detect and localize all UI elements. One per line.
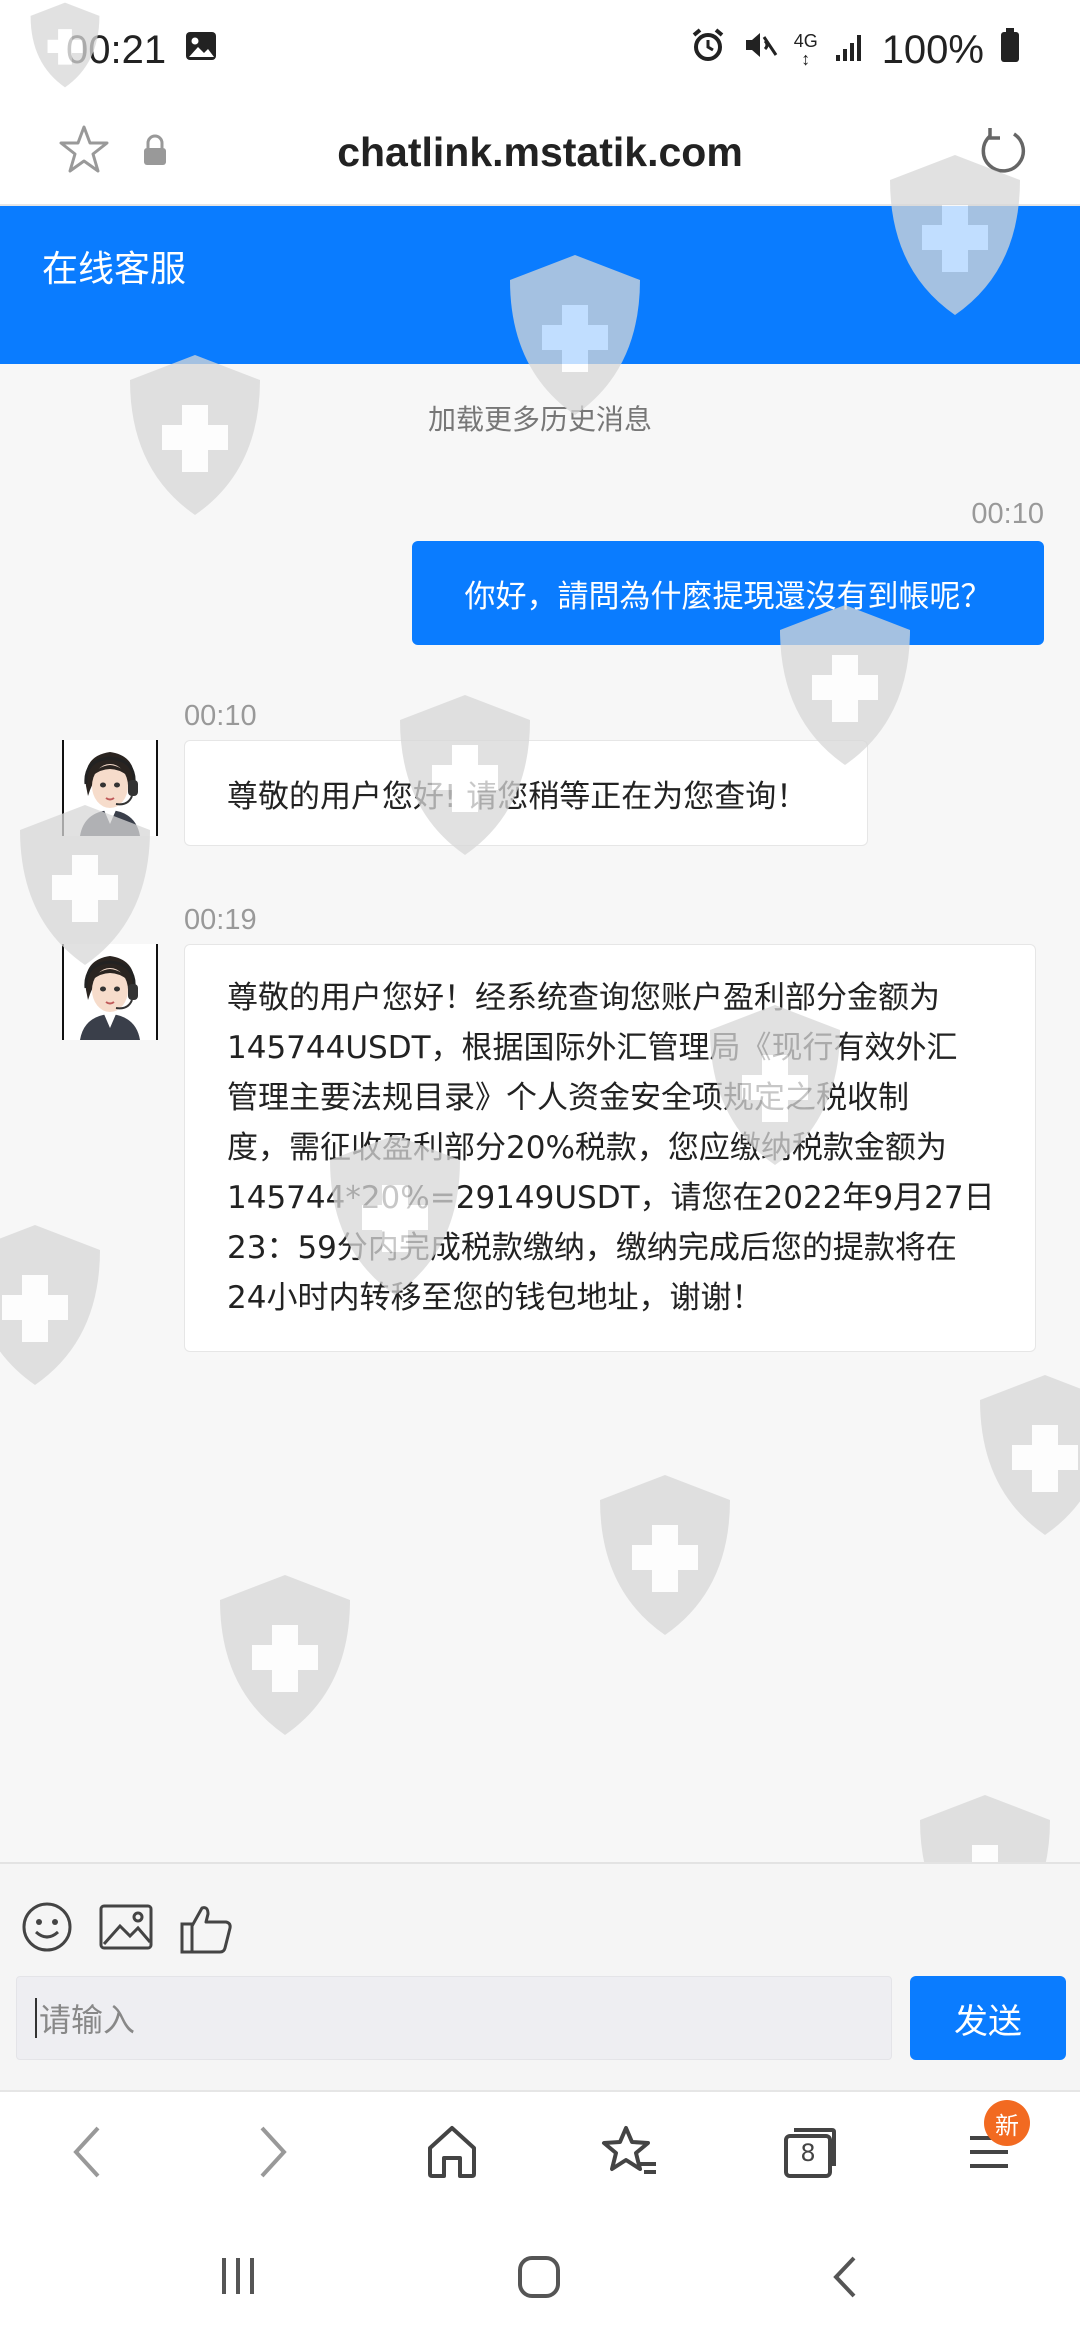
message-input-placeholder: 请输入 bbox=[39, 2001, 136, 2039]
bookmark-star-icon[interactable] bbox=[56, 122, 112, 182]
agent-avatar[interactable] bbox=[62, 740, 158, 836]
text-caret bbox=[35, 1998, 37, 2038]
network-label: 4G bbox=[793, 31, 818, 51]
load-more-history-link[interactable]: 加载更多历史消息 bbox=[0, 398, 1080, 438]
reload-icon[interactable] bbox=[974, 122, 1030, 182]
message-text: 你好，請問為什麼提現還沒有到帳呢？ bbox=[464, 578, 992, 615]
system-nav-bar bbox=[0, 2210, 1080, 2340]
agent-avatar[interactable] bbox=[62, 944, 158, 1040]
tab-count: 8 bbox=[800, 2139, 816, 2167]
forward-icon[interactable] bbox=[246, 2122, 296, 2186]
thumbs-up-icon[interactable] bbox=[178, 1900, 234, 1960]
tabs-icon[interactable]: 8 bbox=[782, 2122, 838, 2186]
status-time: 00:21 bbox=[66, 27, 167, 72]
status-bar: 00:21 4G ↕ 100% bbox=[0, 0, 1080, 100]
message-input[interactable]: 请输入 bbox=[16, 1976, 892, 2060]
back-icon[interactable] bbox=[64, 2122, 114, 2186]
chat-area[interactable]: 加载更多历史消息 00:10 你好，請問為什麼提現還沒有到帳呢？ 00:10 尊… bbox=[0, 364, 1080, 1864]
battery-percent: 100% bbox=[881, 27, 984, 72]
message-timestamp: 00:19 bbox=[184, 904, 257, 936]
system-back-icon[interactable] bbox=[826, 2254, 866, 2304]
emoji-icon[interactable] bbox=[20, 1900, 74, 1958]
lock-icon[interactable] bbox=[140, 133, 170, 171]
message-text: 尊敬的用户您好！经系统查询您账户盈利部分金额为 145744USDT，根据国际外… bbox=[227, 980, 995, 1316]
signal-icon bbox=[834, 28, 866, 73]
page-title: 在线客服 bbox=[42, 249, 187, 290]
message-text: 尊敬的用户您好! 请您稍等正在为您查询！ bbox=[227, 778, 808, 815]
menu-badge: 新 bbox=[984, 2100, 1030, 2146]
home-icon[interactable] bbox=[424, 2122, 480, 2186]
bookmarks-icon[interactable] bbox=[600, 2122, 660, 2186]
outgoing-message-bubble: 你好，請問為什麼提現還沒有到帳呢？ bbox=[412, 541, 1044, 645]
message-timestamp: 00:10 bbox=[971, 498, 1044, 530]
alarm-icon bbox=[690, 27, 726, 73]
browser-toolbar: 8 新 bbox=[0, 2090, 1080, 2210]
battery-icon bbox=[1000, 27, 1020, 73]
home-button-icon[interactable] bbox=[516, 2254, 562, 2304]
recent-apps-icon[interactable] bbox=[216, 2254, 260, 2302]
image-icon[interactable] bbox=[98, 1900, 154, 1958]
network-type: 4G ↕ bbox=[793, 31, 818, 69]
menu-icon[interactable]: 新 bbox=[964, 2100, 1030, 2186]
send-button[interactable]: 发送 bbox=[910, 1976, 1066, 2060]
chat-header: 在线客服 bbox=[0, 206, 1080, 364]
incoming-message-bubble: 尊敬的用户您好！经系统查询您账户盈利部分金额为 145744USDT，根据国际外… bbox=[184, 944, 1036, 1352]
mute-icon bbox=[742, 27, 778, 73]
image-icon bbox=[184, 28, 218, 72]
message-timestamp: 00:10 bbox=[184, 700, 257, 732]
address-bar: chatlink.mstatik.com bbox=[0, 100, 1080, 206]
incoming-message-bubble: 尊敬的用户您好! 请您稍等正在为您查询！ bbox=[184, 740, 868, 846]
composer: 请输入 发送 bbox=[0, 1862, 1080, 2090]
